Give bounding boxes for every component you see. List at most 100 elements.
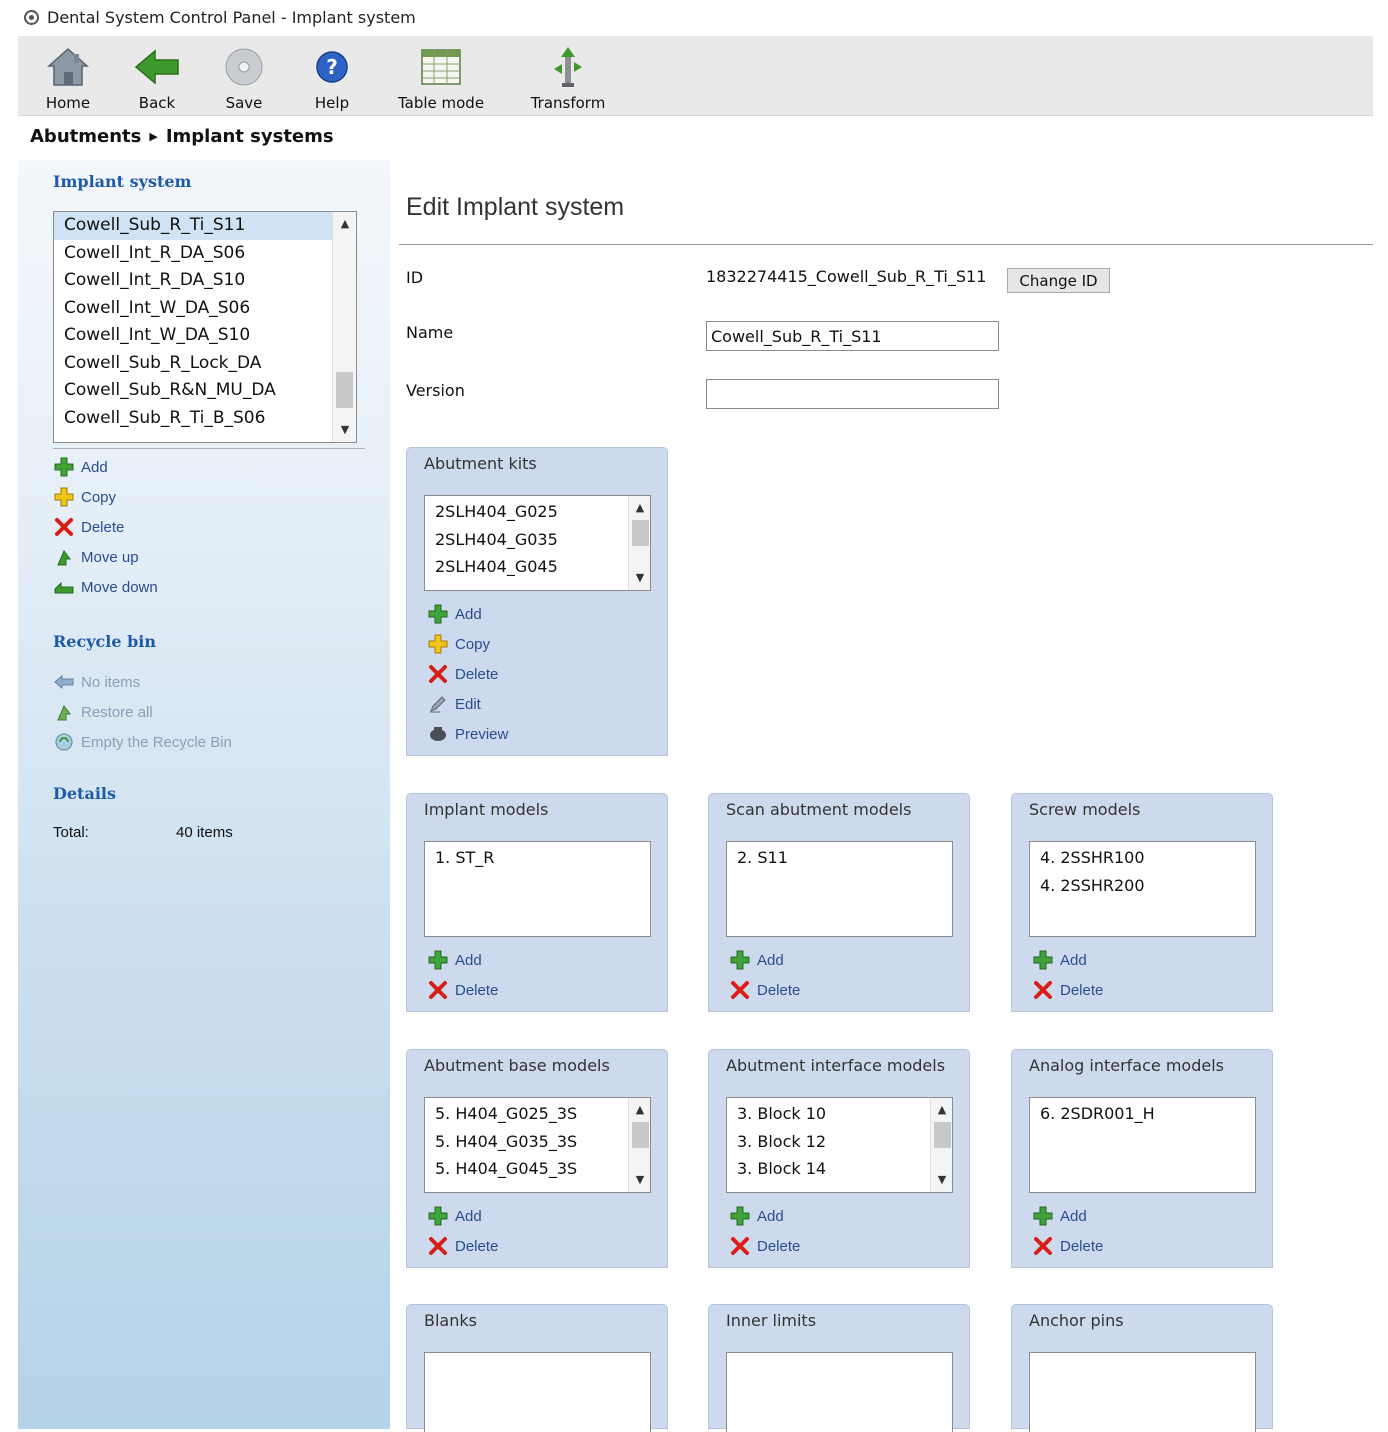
- list-item[interactable]: 2SLH404_G045: [425, 553, 650, 581]
- list-item[interactable]: 2SLH404_G025: [425, 498, 650, 526]
- scroll-down-icon[interactable]: ▼: [629, 568, 650, 588]
- delete-label: Delete: [757, 981, 801, 999]
- list-item[interactable]: Cowell_Int_W_DA_S06: [54, 295, 332, 323]
- breadcrumb-abutments[interactable]: Abutments: [30, 126, 141, 147]
- delete-kit-button[interactable]: Delete: [427, 659, 508, 689]
- home-icon: [45, 44, 91, 90]
- list-item[interactable]: 1. ST_R: [425, 844, 650, 872]
- transform-icon: [545, 44, 591, 90]
- implant-models-list[interactable]: 1. ST_R: [424, 841, 651, 937]
- implant-system-list[interactable]: Cowell_Sub_R_Ti_S11 Cowell_Int_R_DA_S06 …: [53, 211, 357, 443]
- add-label: Add: [455, 1207, 482, 1225]
- anchor-pins-list[interactable]: [1029, 1352, 1256, 1432]
- list-item[interactable]: 5. H404_G035_3S: [425, 1128, 650, 1156]
- delete-scan-abutment-button[interactable]: Delete: [729, 975, 800, 1005]
- delete-x-icon: [427, 1235, 449, 1257]
- preview-kit-button[interactable]: Preview: [427, 719, 508, 749]
- panel-title: Abutment base models: [424, 1056, 610, 1075]
- add-scan-abutment-button[interactable]: Add: [729, 945, 800, 975]
- edit-kit-button[interactable]: Edit: [427, 689, 508, 719]
- name-field[interactable]: [706, 321, 999, 351]
- add-kit-button[interactable]: Add: [427, 599, 508, 629]
- help-button[interactable]: ? Help: [308, 36, 356, 116]
- list-item[interactable]: Cowell_Int_W_DA_S10: [54, 322, 332, 350]
- inner-limits-list[interactable]: [726, 1352, 953, 1432]
- list-scrollbar[interactable]: ▲ ▼: [930, 1098, 952, 1192]
- scroll-down-icon[interactable]: ▼: [931, 1170, 952, 1190]
- list-item[interactable]: 5. H404_G025_3S: [425, 1100, 650, 1128]
- scroll-up-icon[interactable]: ▲: [931, 1100, 952, 1120]
- no-items-label: No items: [81, 673, 141, 691]
- list-item[interactable]: Cowell_Int_R_DA_S06: [54, 240, 332, 268]
- abutment-kits-list[interactable]: 2SLH404_G025 2SLH404_G035 2SLH404_G045 ▲…: [424, 495, 651, 591]
- abutment-base-models-list[interactable]: 5. H404_G025_3S 5. H404_G035_3S 5. H404_…: [424, 1097, 651, 1193]
- no-items-text: No items: [53, 667, 232, 697]
- table-mode-button[interactable]: Table mode: [398, 36, 484, 116]
- change-id-button[interactable]: Change ID: [1007, 268, 1110, 293]
- restore-all-button[interactable]: Restore all: [53, 697, 232, 727]
- back-button[interactable]: Back: [133, 36, 181, 116]
- list-item[interactable]: 6. 2SDR001_H: [1030, 1100, 1255, 1128]
- list-item[interactable]: Cowell_Sub_R_Ti_S11: [54, 212, 332, 240]
- list-item[interactable]: 4. 2SSHR200: [1030, 872, 1255, 900]
- scroll-up-icon[interactable]: ▲: [629, 498, 650, 518]
- page-title: Edit Implant system: [406, 193, 625, 221]
- plus-icon: [729, 949, 751, 971]
- move-down-button[interactable]: Move down: [53, 572, 158, 602]
- empty-recycle-bin-button[interactable]: Empty the Recycle Bin: [53, 727, 232, 757]
- scroll-thumb[interactable]: [934, 1122, 951, 1148]
- blanks-list[interactable]: [424, 1352, 651, 1432]
- add-screw-model-button[interactable]: Add: [1032, 945, 1103, 975]
- move-up-button[interactable]: Move up: [53, 542, 158, 572]
- scroll-down-icon[interactable]: ▼: [629, 1170, 650, 1190]
- scroll-down-icon[interactable]: ▼: [333, 420, 356, 440]
- scan-abutment-models-list[interactable]: 2. S11: [726, 841, 953, 937]
- scroll-up-icon[interactable]: ▲: [629, 1100, 650, 1120]
- delete-implant-model-button[interactable]: Delete: [427, 975, 498, 1005]
- list-item[interactable]: Cowell_Sub_R&N_MU_DA: [54, 377, 332, 405]
- delete-abutment-base-button[interactable]: Delete: [427, 1231, 498, 1261]
- delete-system-button[interactable]: Delete: [53, 512, 158, 542]
- plus-icon: [427, 1205, 449, 1227]
- list-item[interactable]: 5. H404_G045_3S: [425, 1155, 650, 1183]
- recycle-actions: No items Restore all Empty the Recycle B…: [53, 667, 232, 757]
- copy-system-button[interactable]: Copy: [53, 482, 158, 512]
- add-abutment-interface-button[interactable]: Add: [729, 1201, 800, 1231]
- list-item[interactable]: 4. 2SSHR100: [1030, 844, 1255, 872]
- copy-kit-button[interactable]: Copy: [427, 629, 508, 659]
- delete-analog-interface-button[interactable]: Delete: [1032, 1231, 1103, 1261]
- scroll-up-icon[interactable]: ▲: [333, 214, 356, 234]
- transform-button[interactable]: Transform: [530, 36, 606, 116]
- list-item[interactable]: 3. Block 14: [727, 1155, 952, 1183]
- add-abutment-base-button[interactable]: Add: [427, 1201, 498, 1231]
- list-item[interactable]: 2. S11: [727, 844, 952, 872]
- move-up-label: Move up: [81, 548, 139, 566]
- scroll-thumb[interactable]: [632, 1122, 649, 1148]
- add-analog-interface-button[interactable]: Add: [1032, 1201, 1103, 1231]
- list-item[interactable]: Cowell_Sub_R_Ti_B_S06: [54, 405, 332, 433]
- version-field[interactable]: [706, 379, 999, 409]
- analog-interface-models-list[interactable]: 6. 2SDR001_H: [1029, 1097, 1256, 1193]
- list-item[interactable]: Cowell_Sub_R_Lock_DA: [54, 350, 332, 378]
- add-system-button[interactable]: Add: [53, 452, 158, 482]
- list-item[interactable]: 3. Block 12: [727, 1128, 952, 1156]
- table-icon: [418, 44, 464, 90]
- delete-screw-model-button[interactable]: Delete: [1032, 975, 1103, 1005]
- list-item[interactable]: Cowell_Int_R_DA_S10: [54, 267, 332, 295]
- list-item[interactable]: 3. Block 10: [727, 1100, 952, 1128]
- add-label: Add: [455, 605, 482, 623]
- scroll-thumb[interactable]: [336, 372, 353, 408]
- list-scrollbar[interactable]: ▲ ▼: [628, 496, 650, 590]
- screw-models-list[interactable]: 4. 2SSHR100 4. 2SSHR200: [1029, 841, 1256, 937]
- svg-text:?: ?: [326, 55, 338, 79]
- home-button[interactable]: Home: [44, 36, 92, 116]
- list-scrollbar[interactable]: ▲ ▼: [628, 1098, 650, 1192]
- save-button[interactable]: Save: [220, 36, 268, 116]
- abutment-base-models-actions: Add Delete: [427, 1201, 498, 1261]
- scroll-thumb[interactable]: [632, 520, 649, 546]
- list-scrollbar[interactable]: ▲ ▼: [332, 212, 356, 442]
- add-implant-model-button[interactable]: Add: [427, 945, 498, 975]
- list-item[interactable]: 2SLH404_G035: [425, 526, 650, 554]
- abutment-interface-models-list[interactable]: 3. Block 10 3. Block 12 3. Block 14 ▲ ▼: [726, 1097, 953, 1193]
- delete-abutment-interface-button[interactable]: Delete: [729, 1231, 800, 1261]
